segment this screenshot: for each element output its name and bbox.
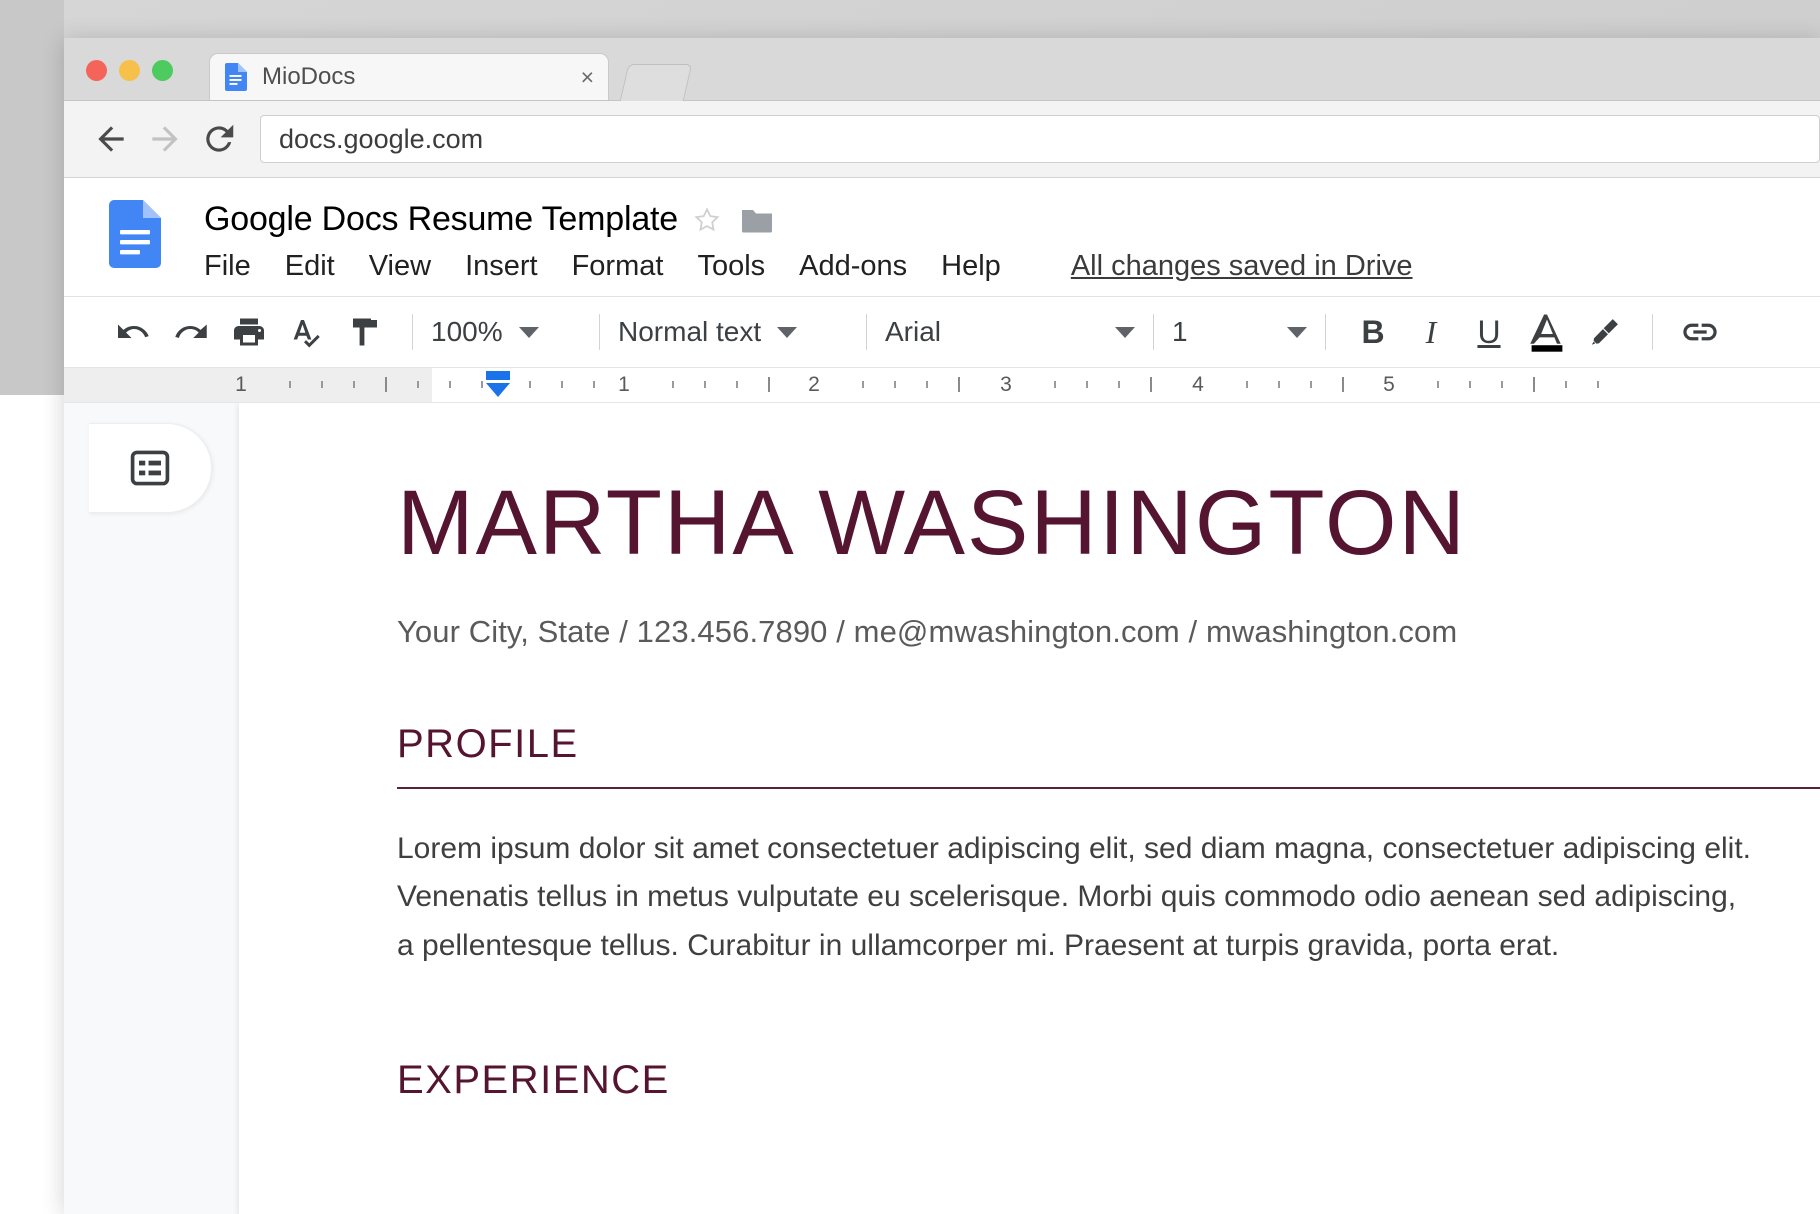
close-tab-icon[interactable]: ×: [573, 65, 594, 89]
print-icon: [234, 318, 264, 346]
browser-address-bar: docs.google.com: [64, 101, 1820, 178]
insert-link-icon: [1683, 323, 1717, 341]
close-window-button[interactable]: [86, 60, 107, 81]
chevron-down-icon: [1287, 326, 1307, 338]
new-tab-button[interactable]: [619, 64, 693, 101]
back-arrow-icon: [98, 126, 124, 152]
zoom-value: 100%: [431, 316, 503, 347]
text-color-icon: [1530, 314, 1563, 352]
redo-icon: [175, 324, 207, 338]
spellcheck-button[interactable]: [278, 303, 336, 361]
document-ruler[interactable]: 1 1 2 3 4 5: [64, 368, 1820, 403]
section-heading-profile: PROFILE: [397, 721, 579, 766]
url-input[interactable]: docs.google.com: [260, 115, 1820, 163]
url-text: docs.google.com: [279, 123, 484, 154]
google-docs-app: Google Docs Resume Template File Edit Vi…: [64, 178, 1820, 1214]
docs-toolbar: 100% Normal text Arial 1 B I U: [64, 297, 1820, 368]
ruler-page-area: [432, 368, 1820, 402]
toolbar-separator: [599, 314, 600, 350]
toolbar-separator: [866, 314, 867, 350]
docs-header: Google Docs Resume Template File Edit Vi…: [64, 178, 1820, 297]
italic-button[interactable]: I: [1402, 314, 1460, 351]
font-family-dropdown[interactable]: Arial: [885, 307, 1135, 357]
chevron-down-icon: [777, 326, 798, 338]
resume-name-heading: MARTHA WASHINGTON: [397, 472, 1467, 574]
browser-tab[interactable]: MioDocs ×: [209, 53, 609, 100]
paragraph-style-value: Normal text: [618, 316, 762, 347]
highlight-color-icon: [1591, 319, 1618, 345]
document-outline-icon: [130, 450, 170, 486]
docs-menu-bar: File Edit View Insert Format Tools Add-o…: [204, 250, 1413, 283]
forward-arrow-icon: [152, 126, 178, 152]
bold-button[interactable]: B: [1344, 314, 1402, 351]
reload-button[interactable]: [192, 112, 246, 166]
chevron-down-icon: [1115, 326, 1135, 338]
menu-item-tools[interactable]: Tools: [697, 250, 765, 283]
menu-item-format[interactable]: Format: [572, 250, 664, 283]
resume-content: MARTHA WASHINGTON Your City, State / 123…: [397, 475, 1820, 1103]
zoom-dropdown[interactable]: 100%: [431, 307, 581, 357]
folder-icon[interactable]: [740, 206, 774, 234]
font-size-dropdown[interactable]: 1: [1172, 307, 1307, 357]
browser-tab-strip: MioDocs ×: [64, 38, 1820, 101]
underline-button[interactable]: U: [1460, 314, 1518, 351]
menu-item-file[interactable]: File: [204, 250, 251, 283]
ruler-label-3: 3: [1000, 373, 1012, 396]
profile-line-1: Lorem ipsum dolor sit amet consectetuer …: [397, 831, 1752, 865]
chevron-down-icon: [518, 326, 539, 338]
spellcheck-icon: [293, 320, 320, 348]
toolbar-separator: [1325, 314, 1326, 350]
forward-button[interactable]: [138, 112, 192, 166]
section-heading-experience: EXPERIENCE: [397, 1058, 670, 1103]
profile-line-3: a pellentesque tellus. Curabitur in ulla…: [397, 928, 1560, 962]
ruler-label-1: 1: [618, 373, 630, 396]
insert-link-button[interactable]: [1671, 303, 1729, 361]
undo-button[interactable]: [104, 303, 162, 361]
indent-marker-icon[interactable]: [484, 369, 512, 399]
desktop-left-shade: [0, 0, 64, 395]
maximize-window-button[interactable]: [152, 60, 173, 81]
menu-item-view[interactable]: View: [369, 250, 431, 283]
toolbar-separator: [1153, 314, 1154, 350]
minimize-window-button[interactable]: [119, 60, 140, 81]
resume-contact-line: Your City, State / 123.456.7890 / me@mwa…: [397, 613, 1458, 649]
toolbar-separator: [412, 314, 413, 350]
menu-item-help[interactable]: Help: [941, 250, 1001, 283]
reload-icon: [206, 124, 234, 152]
section-divider-profile: [397, 786, 1820, 789]
ruler-label-5: 5: [1383, 373, 1395, 396]
redo-button[interactable]: [162, 303, 220, 361]
document-canvas: MARTHA WASHINGTON Your City, State / 123…: [64, 403, 1820, 1214]
document-title-row: Google Docs Resume Template: [204, 200, 774, 239]
menu-item-insert[interactable]: Insert: [465, 250, 538, 283]
back-button[interactable]: [84, 112, 138, 166]
document-outline-toggle[interactable]: [89, 423, 212, 513]
document-page[interactable]: MARTHA WASHINGTON Your City, State / 123…: [239, 403, 1820, 1214]
profile-line-2: Venenatis tellus in metus vulputate eu s…: [397, 880, 1737, 914]
highlight-color-button[interactable]: [1576, 303, 1634, 361]
print-button[interactable]: [220, 303, 278, 361]
ruler-label-4: 4: [1192, 373, 1204, 396]
menu-item-addons[interactable]: Add-ons: [799, 250, 907, 283]
font-size-value: 1: [1172, 316, 1188, 347]
browser-window: MioDocs × docs.google.com Google Docs Re…: [64, 38, 1820, 1214]
google-docs-icon: [225, 63, 247, 91]
window-controls: [86, 60, 173, 81]
toolbar-separator: [1652, 314, 1653, 350]
star-outline-icon[interactable]: [692, 205, 722, 235]
undo-icon: [118, 324, 149, 338]
browser-tab-title: MioDocs: [262, 63, 356, 90]
document-title[interactable]: Google Docs Resume Template: [204, 200, 678, 239]
ruler-label-left-1: 1: [235, 373, 247, 396]
paint-format-icon: [353, 318, 377, 346]
paint-format-button[interactable]: [336, 303, 394, 361]
font-family-value: Arial: [885, 316, 942, 347]
ruler-label-2: 2: [808, 373, 820, 396]
text-color-button[interactable]: [1518, 303, 1576, 361]
google-docs-logo-icon[interactable]: [109, 200, 161, 268]
profile-paragraph: Lorem ipsum dolor sit amet consectetuer …: [397, 825, 1820, 971]
menu-item-edit[interactable]: Edit: [285, 250, 335, 283]
paragraph-style-dropdown[interactable]: Normal text: [618, 307, 848, 357]
save-status-label[interactable]: All changes saved in Drive: [1071, 250, 1413, 283]
